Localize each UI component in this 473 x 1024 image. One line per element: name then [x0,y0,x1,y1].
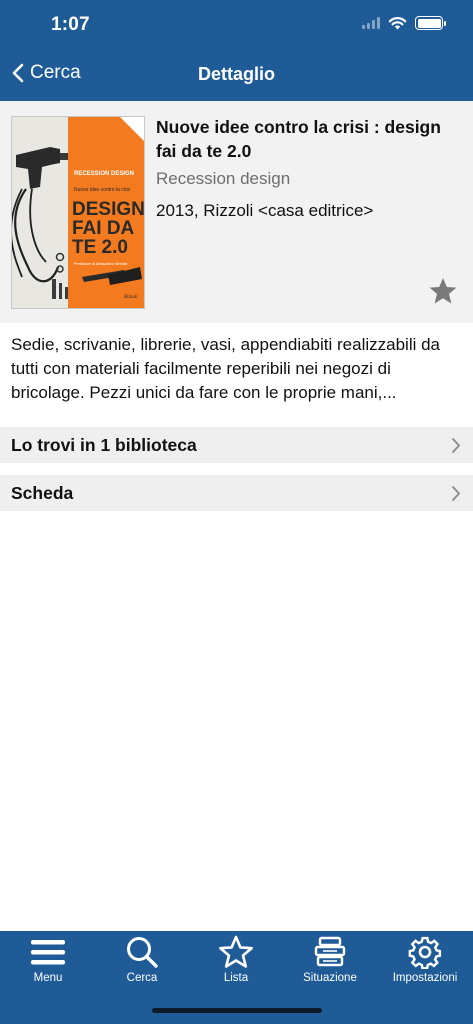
record-row[interactable]: Scheda [0,475,473,511]
cover-series: RECESSION DESIGN [74,171,134,177]
cover-publisher: Rizzoli [123,295,138,300]
star-icon [219,935,253,968]
cover-art: RECESSION DESIGN Nuove idee contro la cr… [12,117,145,308]
status-icons [362,16,446,30]
cover-line-2: FAI DA [72,218,135,239]
top-bar: 1:07 Cerca Dettaglio [0,0,473,101]
cover-subtitle: Nuove idee contro la crisi [74,187,130,193]
tab-search[interactable]: Cerca [102,935,182,984]
cover-line-3: TE 2.0 [72,237,128,258]
cover-line-1: DESIGN [72,199,145,220]
tab-search-label: Cerca [126,972,158,984]
menu-icon [31,940,65,965]
libraries-row[interactable]: Lo trovi in 1 biblioteca [0,427,473,463]
wifi-icon [388,17,407,30]
battery-icon [415,16,446,30]
screen: 1:07 Cerca Dettaglio RECESSION DESIGN Nu… [0,0,473,1024]
status-time: 1:07 [51,14,90,35]
books-icon [314,936,346,967]
cellular-signal-icon [362,17,380,29]
favorite-star-icon[interactable] [428,277,458,305]
home-indicator[interactable] [152,1008,322,1013]
book-publication: 2013, Rizzoli <casa editrice> [156,201,374,220]
tab-menu-label: Menu [33,972,63,984]
book-description[interactable]: Sedie, scrivanie, librerie, vasi, append… [11,333,463,405]
page-title: Dettaglio [197,64,275,84]
tab-settings-label: Impostazioni [392,972,458,984]
tab-status-label: Situazione [303,972,357,984]
book-author[interactable]: Recession design [156,169,290,189]
record-row-label: Scheda [11,482,74,503]
book-title: Nuove idee contro la crisi : design fai … [156,117,441,161]
chevron-right-icon [452,438,460,453]
tab-settings[interactable]: Impostazioni [385,935,465,984]
search-icon [127,937,158,968]
cover-preface: Prefazione di Alessandro Mendini [74,262,128,266]
tab-status[interactable]: Situazione [290,935,370,984]
book-header: RECESSION DESIGN Nuove idee contro la cr… [0,101,473,323]
book-cover[interactable]: RECESSION DESIGN Nuove idee contro la cr… [11,116,145,309]
tab-list-label: Lista [223,972,249,984]
gear-icon [408,936,442,969]
chevron-right-icon [452,486,460,501]
libraries-row-label: Lo trovi in 1 biblioteca [11,434,197,455]
tab-list[interactable]: Lista [196,935,276,984]
tab-menu[interactable]: Menu [8,935,88,984]
